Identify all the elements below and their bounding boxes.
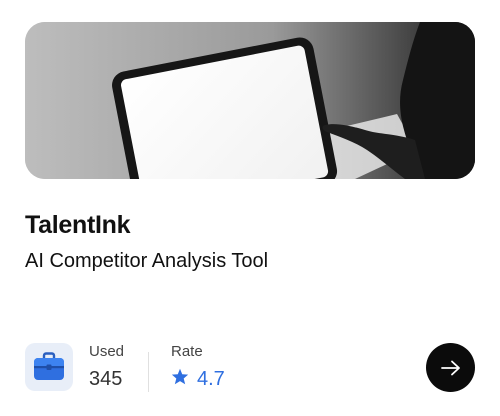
stat-divider [148, 352, 149, 392]
briefcase-icon [34, 352, 64, 380]
hero-image [25, 22, 475, 179]
app-icon-tile [25, 343, 73, 391]
used-stat: Used 345 [89, 343, 124, 391]
rate-stat: Rate 4.7 [171, 343, 225, 391]
used-label: Used [89, 343, 125, 360]
arrow-right-icon [440, 360, 460, 375]
product-card[interactable]: TalentInk AI Competitor Analysis Tool Us… [0, 0, 500, 416]
open-product-button[interactable] [426, 343, 475, 392]
rate-row: 4.7 [171, 368, 225, 391]
rate-label: Rate [171, 343, 203, 360]
used-value: 345 [89, 368, 123, 390]
star-icon [171, 368, 189, 391]
product-title: TalentInk [25, 211, 131, 239]
rate-value: 4.7 [197, 368, 225, 390]
product-tagline: AI Competitor Analysis Tool [25, 250, 269, 272]
